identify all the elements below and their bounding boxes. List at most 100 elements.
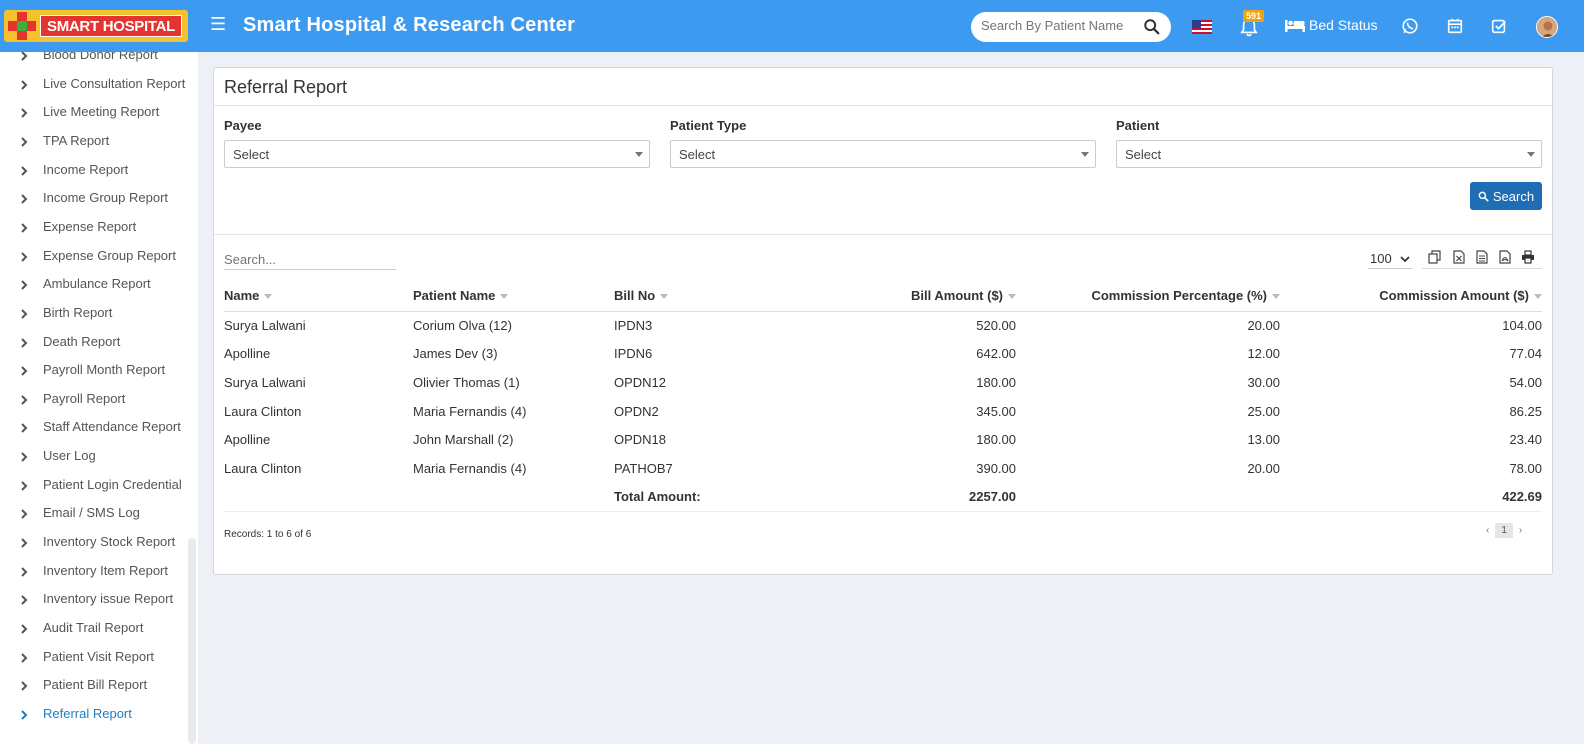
sidebar-item[interactable]: Referral Report [0,701,198,729]
table-cell: 345.00 [976,403,1016,419]
chevron-right-icon [21,337,28,348]
chevron-right-icon [21,52,28,61]
column-header-commission-amount[interactable]: Commission Amount ($) [1280,281,1542,312]
sidebar-item[interactable]: Ambulance Report [0,271,198,299]
sidebar-item[interactable]: Audit Trail Report [0,615,198,643]
filter-divider [214,234,1552,235]
sidebar-item[interactable]: Inventory issue Report [0,586,198,614]
chevron-right-icon [21,423,28,434]
page-number-current[interactable]: 1 [1495,523,1513,538]
column-header-patient-name[interactable]: Patient Name [413,281,614,312]
sidebar-item[interactable]: Inventory Stock Report [0,529,198,557]
table-search-input[interactable] [224,250,396,270]
sidebar-item[interactable]: Income Group Report [0,185,198,213]
sidebar-item-label: Live Meeting Report [43,104,160,120]
table-cell: 642.00 [976,346,1016,362]
column-header-bill-amount[interactable]: Bill Amount ($) [764,281,1016,312]
user-avatar[interactable] [1536,16,1558,38]
copy-icon[interactable] [1428,250,1442,264]
sidebar-item-label: User Log [43,448,96,464]
sidebar-item[interactable]: Patient Bill Report [0,672,198,700]
sidebar-item[interactable]: Email / SMS Log [0,500,198,528]
patient-type-select[interactable]: Select [670,140,1096,168]
chevron-right-icon [21,395,28,405]
sidebar-item[interactable]: Patient Login Credential [0,472,198,500]
bed-status-button[interactable]: Bed Status [1285,17,1378,33]
sidebar-item[interactable]: Inventory Item Report [0,558,198,586]
sidebar-item[interactable]: Payroll Report [0,386,198,414]
table-cell: Apolline [224,346,271,362]
sidebar-item-label: Patient Visit Report [43,648,155,664]
sidebar-item[interactable]: User Log [0,443,198,471]
chevron-right-icon [21,165,28,176]
column-header-name[interactable]: Name [224,281,413,312]
search-button[interactable]: Search [1470,182,1542,210]
toolbar-underline [1422,268,1542,269]
task-checklist-icon[interactable] [1490,17,1508,35]
table-row: Surya Lalwani Corium Olva (12) IPDN3 520.00… [224,311,1542,340]
sidebar-item[interactable]: Payroll Month Report [0,357,198,385]
table-cell: 30.00 [1247,374,1280,390]
column-header-bill-no[interactable]: Bill No [614,281,764,312]
table-cell: Laura Clinton [224,460,302,476]
hospital-logo[interactable]: SMART HOSPITAL [4,10,188,42]
sidebar-item-label: TPA Report [43,132,110,148]
csv-file-icon[interactable] [1475,250,1489,264]
sidebar-item-label: Patient Bill Report [43,677,148,693]
table-header-row: Name Patient Name Bill No Bill Amount ($… [224,281,1542,312]
records-info: Records: 1 to 6 of 6 [224,529,312,540]
search-button-label: Search [1492,188,1535,204]
search-icon[interactable] [1143,18,1161,36]
excel-file-icon[interactable] [1452,250,1466,264]
us-flag-icon[interactable] [1192,20,1212,34]
table-cell: 20.00 [1247,318,1280,334]
medical-cross-icon [8,12,36,40]
sidebar-item[interactable]: Live Consultation Report [0,71,198,99]
table-cell: 390.00 [976,460,1016,476]
chevron-right-icon [21,566,28,577]
table-cell: 78.00 [1509,460,1542,476]
sidebar-item-label: Payroll Report [43,390,126,406]
column-header-commission-percentage[interactable]: Commission Percentage (%) [1016,281,1280,312]
chevron-right-icon [21,223,28,233]
sidebar-scrollbar[interactable] [188,538,196,744]
calendar-icon[interactable] [1446,17,1464,35]
sidebar-item[interactable]: Staff Attendance Report [0,414,198,442]
bed-icon [1285,20,1305,32]
table-cell: Maria Fernandis (4) [413,403,527,419]
print-icon[interactable] [1521,250,1535,264]
sidebar-item[interactable]: Blood Donor Report [0,52,198,70]
sidebar-item-label: Income Report [43,161,129,177]
total-label: Total Amount: [614,482,764,512]
chevron-right-icon [21,280,28,290]
previous-page-icon[interactable]: ‹ [1486,525,1489,536]
sidebar-item[interactable]: Income Report [0,157,198,185]
page-length-select[interactable]: 100 [1368,251,1412,269]
sidebar-item[interactable]: Live Meeting Report [0,99,198,127]
sidebar-item[interactable]: TPA Report [0,128,198,156]
table-cell [224,482,413,512]
table-cell [1016,482,1280,512]
chevron-right-icon [21,108,28,119]
pdf-file-icon[interactable] [1498,250,1512,264]
sidebar-item[interactable]: Expense Report [0,214,198,242]
table-cell: OPDN12 [614,374,667,390]
sidebar-item[interactable]: Patient Visit Report [0,644,198,672]
logo-text: SMART HOSPITAL [40,15,183,37]
sidebar-item-label: Expense Report [43,218,137,234]
sidebar-item[interactable]: Death Report [0,329,198,357]
table-cell: IPDN6 [614,346,653,362]
referral-report-panel: Referral Report Payee Select Patient Typ… [213,67,1553,575]
whatsapp-icon[interactable] [1401,17,1419,35]
menu-toggle-icon[interactable]: ☰ [210,14,226,35]
next-page-icon[interactable]: › [1519,525,1522,536]
sidebar-item-label: Death Report [43,333,121,349]
table-cell: Corium Olva (12) [413,318,512,334]
sidebar-item[interactable]: Expense Group Report [0,243,198,271]
patient-search-input[interactable] [981,18,1141,33]
patient-select[interactable]: Select [1116,140,1542,168]
chevron-right-icon [21,137,28,147]
chevron-right-icon [21,251,28,262]
payee-select[interactable]: Select [224,140,650,168]
sidebar-item[interactable]: Birth Report [0,300,198,328]
